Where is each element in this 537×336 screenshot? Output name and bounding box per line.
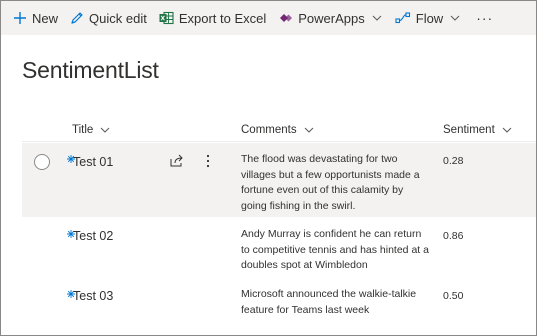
export-to-excel-label: Export to Excel <box>178 10 267 26</box>
powerapps-menu[interactable]: PowerApps <box>279 1 382 35</box>
chevron-down-icon <box>100 127 110 133</box>
column-header-sentiment[interactable]: Sentiment <box>443 121 512 139</box>
row-select-checkbox[interactable] <box>34 154 50 170</box>
flow-label: Flow <box>415 10 444 26</box>
more-commands-label: ··· <box>476 10 494 26</box>
more-vertical-icon[interactable] <box>206 154 210 173</box>
row-sentiment: 0.28 <box>443 155 464 167</box>
chevron-down-icon <box>304 127 314 133</box>
column-header-comments-label: Comments <box>241 124 297 136</box>
table-row[interactable]: Test 03 Microsoft announced the walkie-t… <box>22 279 536 331</box>
quick-edit-button[interactable]: Quick edit <box>70 1 147 35</box>
sharepoint-list-view: New Quick edit Export to Excel PowerApps <box>0 0 537 336</box>
pencil-icon <box>70 11 84 25</box>
more-commands-button[interactable]: ··· <box>476 1 493 35</box>
flow-icon <box>395 12 411 24</box>
row-comment: Microsoft announced the walkie-talkie fe… <box>241 288 417 316</box>
column-header-sentiment-label: Sentiment <box>443 124 495 136</box>
row-title-link[interactable]: Test 02 <box>73 229 113 243</box>
flow-menu[interactable]: Flow <box>395 1 460 35</box>
row-sentiment: 0.50 <box>443 290 464 302</box>
powerapps-icon <box>279 12 293 24</box>
new-button-label: New <box>32 10 59 26</box>
table-row[interactable]: Test 02 Andy Murray is confident he can … <box>22 219 536 279</box>
plus-icon <box>13 11 27 25</box>
column-header-title[interactable]: Title <box>72 121 110 139</box>
row-comment: The flood was devastating for two villag… <box>241 153 420 212</box>
export-to-excel-button[interactable]: Export to Excel <box>159 1 266 35</box>
command-bar: New Quick edit Export to Excel PowerApps <box>1 1 536 35</box>
row-sentiment: 0.86 <box>443 230 464 242</box>
column-header-title-label: Title <box>72 124 94 136</box>
row-comment: Andy Murray is confident he can return t… <box>241 228 429 271</box>
page-title: SentimentList <box>22 57 159 83</box>
excel-icon <box>159 11 174 25</box>
table-row[interactable]: Test 01 The flood was devastating for tw… <box>22 143 536 217</box>
share-icon[interactable] <box>170 154 184 172</box>
quick-edit-label: Quick edit <box>89 10 147 26</box>
header-divider <box>22 141 536 142</box>
chevron-down-icon <box>450 15 460 21</box>
chevron-down-icon <box>372 15 382 21</box>
chevron-down-icon <box>502 127 512 133</box>
row-title-link[interactable]: Test 01 <box>73 155 113 169</box>
column-header-comments[interactable]: Comments <box>241 121 314 139</box>
row-title-link[interactable]: Test 03 <box>73 289 113 303</box>
powerapps-label: PowerApps <box>298 10 365 26</box>
new-button[interactable]: New <box>13 1 58 35</box>
